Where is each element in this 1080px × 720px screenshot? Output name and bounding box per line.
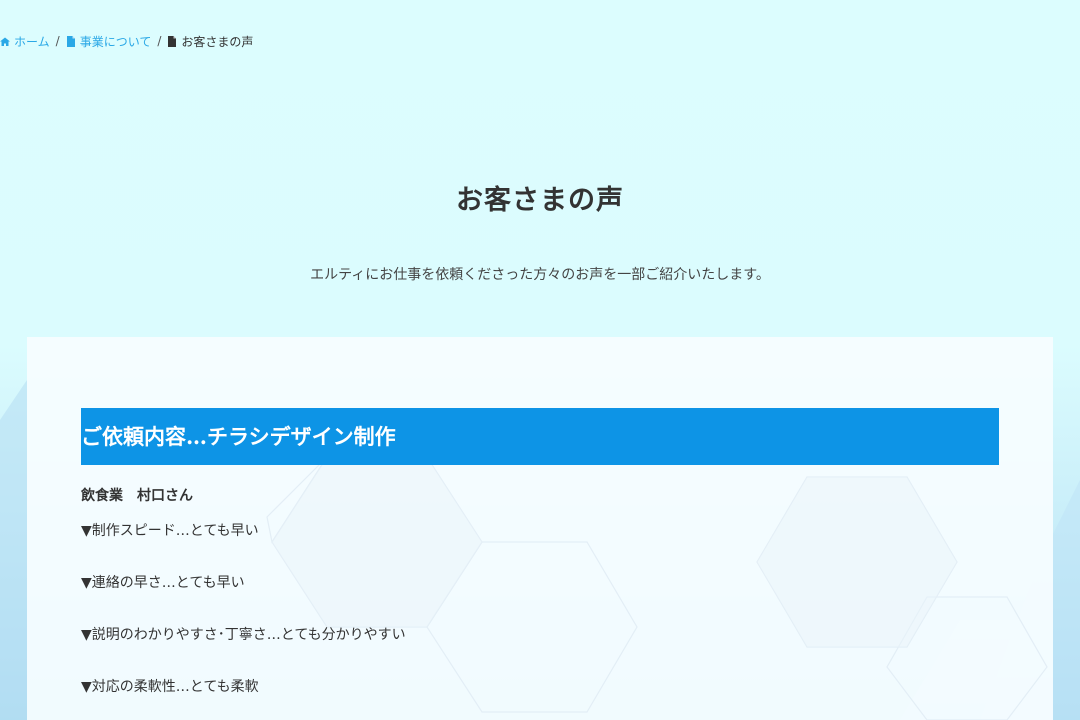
document-icon — [66, 35, 75, 47]
breadcrumb-separator: / — [157, 34, 162, 48]
breadcrumb-item-business[interactable]: 事業について — [66, 33, 152, 50]
breadcrumb-link-home[interactable]: ホーム — [14, 33, 50, 50]
review-list: ▼制作スピード…とても早い ▼連絡の早さ…とても早い ▼説明のわかりやすさ･丁寧… — [81, 521, 406, 720]
breadcrumb-link-business[interactable]: 事業について — [80, 33, 152, 50]
page-lead: エルティにお仕事を依頼くださった方々のお声を一部ご紹介いたします。 — [310, 267, 770, 283]
review-item-speed: ▼制作スピード…とても早い — [81, 523, 259, 539]
page-title: お客さまの声 — [456, 185, 624, 217]
review-heading: ご依頼内容…チラシデザイン制作 — [81, 408, 999, 466]
breadcrumb-separator: / — [55, 34, 60, 48]
client-name: 飲食業 村口さん — [81, 488, 193, 504]
review-panel: ご依頼内容…チラシデザイン制作 飲食業 村口さん ▼制作スピード…とても早い ▼… — [27, 337, 1053, 720]
home-icon — [0, 37, 10, 46]
breadcrumb-current-label: お客さまの声 — [181, 34, 254, 49]
review-item-flexibility: ▼対応の柔軟性…とても柔軟 — [81, 679, 259, 695]
breadcrumb: ホーム / 事業について / お客さまの声 — [0, 32, 253, 50]
document-icon — [168, 35, 177, 47]
review-item-explanation: ▼説明のわかりやすさ･丁寧さ…とても分かりやすい — [81, 627, 406, 643]
breadcrumb-item-current: お客さまの声 — [167, 33, 253, 50]
breadcrumb-item-home[interactable]: ホーム — [0, 33, 50, 50]
review-item-contact: ▼連絡の早さ…とても早い — [81, 575, 245, 591]
